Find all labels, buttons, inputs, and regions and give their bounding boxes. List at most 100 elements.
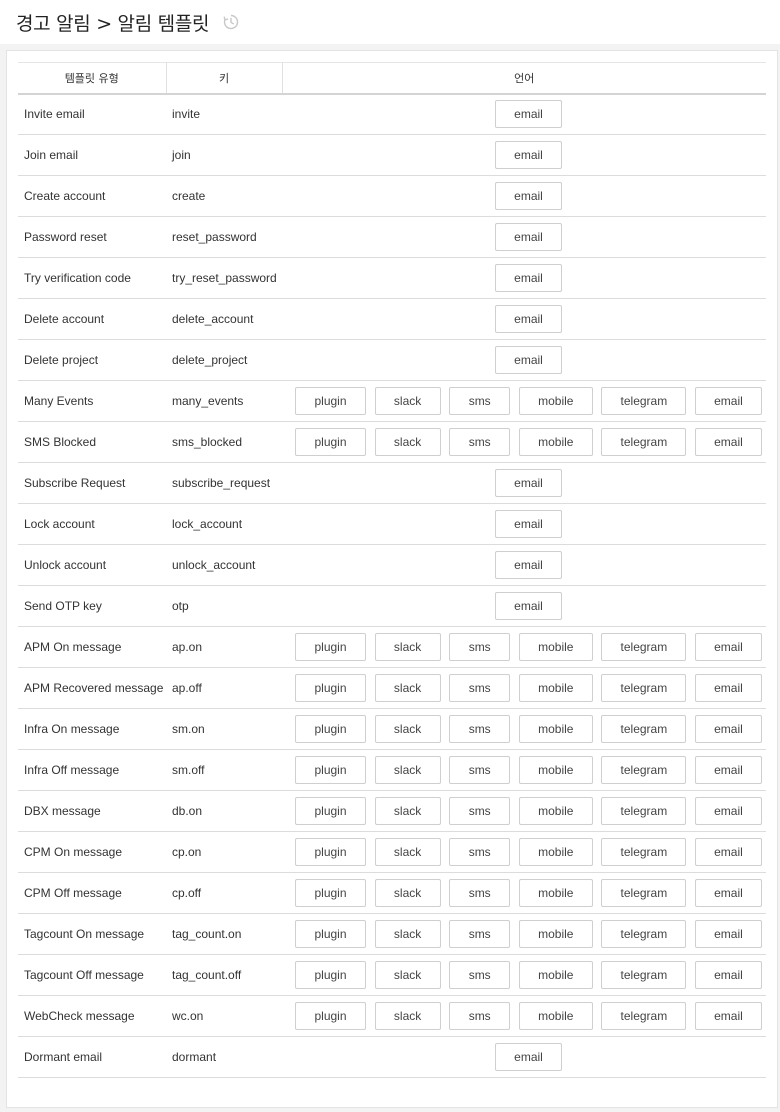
table-row: Password reset reset_password email [18, 217, 766, 258]
sms-template-button[interactable]: sms [449, 920, 511, 948]
email-template-button[interactable]: email [495, 223, 562, 251]
language-buttons-cell: plugin slack sms mobile telegram email [282, 627, 766, 668]
plugin-template-button[interactable]: plugin [295, 920, 366, 948]
mobile-template-button[interactable]: mobile [518, 633, 593, 661]
plugin-template-button[interactable]: plugin [295, 633, 366, 661]
language-buttons-cell: email [282, 545, 766, 586]
telegram-template-button[interactable]: telegram [601, 674, 687, 702]
template-key-cell: wc.on [172, 1009, 204, 1023]
plugin-template-button[interactable]: plugin [295, 838, 366, 866]
email-template-button[interactable]: email [694, 797, 762, 825]
email-template-button[interactable]: email [495, 305, 562, 333]
slack-template-button[interactable]: slack [374, 1002, 441, 1030]
telegram-template-button[interactable]: telegram [601, 428, 687, 456]
email-template-button[interactable]: email [495, 182, 562, 210]
telegram-template-button[interactable]: telegram [601, 756, 687, 784]
email-template-button[interactable]: email [694, 838, 762, 866]
email-template-button[interactable]: email [495, 141, 562, 169]
table-row: Join email join email [18, 135, 766, 176]
sms-template-button[interactable]: sms [449, 756, 511, 784]
slack-template-button[interactable]: slack [374, 756, 441, 784]
slack-template-button[interactable]: slack [374, 674, 441, 702]
mobile-template-button[interactable]: mobile [518, 674, 593, 702]
plugin-template-button[interactable]: plugin [295, 756, 366, 784]
email-template-button[interactable]: email [694, 715, 762, 743]
plugin-template-button[interactable]: plugin [295, 715, 366, 743]
email-template-button[interactable]: email [694, 1002, 762, 1030]
email-template-button[interactable]: email [694, 633, 762, 661]
mobile-template-button[interactable]: mobile [518, 879, 593, 907]
slack-template-button[interactable]: slack [374, 715, 441, 743]
plugin-template-button[interactable]: plugin [295, 1002, 366, 1030]
slack-template-button[interactable]: slack [374, 633, 441, 661]
telegram-template-button[interactable]: telegram [601, 961, 687, 989]
history-clock-icon[interactable] [221, 12, 241, 32]
slack-template-button[interactable]: slack [374, 428, 441, 456]
sms-template-button[interactable]: sms [449, 797, 511, 825]
language-buttons-cell: plugin slack sms mobile telegram email [282, 791, 766, 832]
telegram-template-button[interactable]: telegram [601, 1002, 687, 1030]
plugin-template-button[interactable]: plugin [295, 879, 366, 907]
mobile-template-button[interactable]: mobile [518, 838, 593, 866]
table-header-row: 템플릿 유형 키 언어 [18, 62, 766, 94]
telegram-template-button[interactable]: telegram [601, 838, 687, 866]
sms-template-button[interactable]: sms [449, 961, 511, 989]
telegram-template-button[interactable]: telegram [601, 387, 687, 415]
sms-template-button[interactable]: sms [449, 428, 511, 456]
plugin-template-button[interactable]: plugin [295, 961, 366, 989]
slack-template-button[interactable]: slack [374, 879, 441, 907]
sms-template-button[interactable]: sms [449, 1002, 511, 1030]
mobile-template-button[interactable]: mobile [518, 920, 593, 948]
telegram-template-button[interactable]: telegram [601, 797, 687, 825]
template-key-cell: sm.off [172, 763, 205, 777]
slack-template-button[interactable]: slack [374, 387, 441, 415]
telegram-template-button[interactable]: telegram [601, 633, 687, 661]
sms-template-button[interactable]: sms [449, 674, 511, 702]
email-template-button[interactable]: email [495, 100, 562, 129]
slack-template-button[interactable]: slack [374, 920, 441, 948]
table-row: CPM Off message cp.off plugin slack sms mobil… [18, 873, 766, 914]
email-template-button[interactable]: email [495, 264, 562, 292]
email-template-button[interactable]: email [495, 1043, 562, 1071]
sms-template-button[interactable]: sms [449, 715, 511, 743]
telegram-template-button[interactable]: telegram [601, 879, 687, 907]
email-template-button[interactable]: email [694, 961, 762, 989]
sms-template-button[interactable]: sms [449, 838, 511, 866]
sms-template-button[interactable]: sms [449, 879, 511, 907]
telegram-template-button[interactable]: telegram [601, 920, 687, 948]
mobile-template-button[interactable]: mobile [518, 756, 593, 784]
email-template-button[interactable]: email [694, 879, 762, 907]
sms-template-button[interactable]: sms [449, 387, 511, 415]
plugin-template-button[interactable]: plugin [295, 797, 366, 825]
mobile-template-button[interactable]: mobile [518, 428, 593, 456]
plugin-template-button[interactable]: plugin [295, 428, 366, 456]
mobile-template-button[interactable]: mobile [518, 1002, 593, 1030]
email-template-button[interactable]: email [694, 428, 762, 456]
email-template-button[interactable]: email [694, 756, 762, 784]
plugin-template-button[interactable]: plugin [295, 674, 366, 702]
table-row: Tagcount On message tag_count.on plugin sla… [18, 914, 766, 955]
email-template-button[interactable]: email [495, 510, 562, 538]
table-body: Invite email invite email Join email join ema… [18, 94, 766, 1078]
language-buttons-cell: plugin slack sms mobile telegram email [282, 750, 766, 791]
language-buttons-cell: email [282, 504, 766, 545]
mobile-template-button[interactable]: mobile [518, 797, 593, 825]
email-template-button[interactable]: email [495, 469, 562, 497]
language-button-group: plugin slack sms mobile telegram email [295, 428, 762, 456]
slack-template-button[interactable]: slack [374, 838, 441, 866]
email-template-button[interactable]: email [694, 674, 762, 702]
mobile-template-button[interactable]: mobile [518, 387, 593, 415]
mobile-template-button[interactable]: mobile [518, 715, 593, 743]
slack-template-button[interactable]: slack [374, 797, 441, 825]
email-template-button[interactable]: email [694, 920, 762, 948]
template-type-cell: Subscribe Request [24, 476, 126, 490]
slack-template-button[interactable]: slack [374, 961, 441, 989]
plugin-template-button[interactable]: plugin [295, 387, 366, 415]
email-template-button[interactable]: email [495, 592, 562, 620]
email-template-button[interactable]: email [694, 387, 762, 415]
telegram-template-button[interactable]: telegram [601, 715, 687, 743]
mobile-template-button[interactable]: mobile [518, 961, 593, 989]
email-template-button[interactable]: email [495, 551, 562, 579]
email-template-button[interactable]: email [495, 346, 562, 374]
sms-template-button[interactable]: sms [449, 633, 511, 661]
